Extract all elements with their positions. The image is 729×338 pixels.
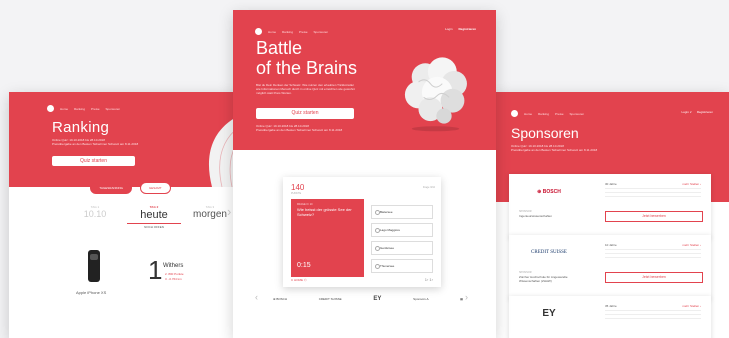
- answer-option[interactable]: Bielersee: [371, 205, 433, 219]
- answer-option[interactable]: Thunersee: [371, 259, 433, 273]
- qr-logo-icon[interactable]: ▦: [460, 297, 463, 301]
- login-link[interactable]: Login: [445, 27, 452, 31]
- nav-preise[interactable]: Preise: [299, 30, 308, 34]
- nav-sponsoren[interactable]: Sponsoren: [314, 30, 329, 34]
- brain-illustration-icon: [404, 57, 467, 132]
- iphone-prize-icon: [88, 250, 100, 282]
- winner-name: Withers: [163, 263, 184, 269]
- quiz-pagination[interactable]: 1› 1›: [425, 277, 433, 282]
- answer-option[interactable]: Lago Maggiore: [371, 223, 433, 237]
- sponsor-logo[interactable]: Sponsors ∆: [413, 297, 428, 301]
- nav-ranking[interactable]: Ranking: [538, 112, 549, 116]
- ranking-toggle: TAGESRANKING GESAMT: [9, 182, 252, 194]
- winner-scores: 2. 800 Punkte 3. -0.764 km: [165, 272, 184, 281]
- credit-suisse-logo: CREDIT SUISSE: [531, 250, 567, 255]
- auth-links: Login Registrieren: [445, 27, 476, 31]
- apply-button[interactable]: Jetzt bewerben: [605, 211, 703, 222]
- question-box: FRAGE 3 / 10 Wie heisst der grösste See …: [291, 199, 364, 277]
- day-current[interactable]: TAG 2 heute NOCH OFFEN: [127, 205, 181, 229]
- apply-button[interactable]: Jetzt bewerben: [605, 272, 703, 283]
- question-counter: Frage 3/10: [422, 186, 435, 189]
- prize-label: Apple iPhone XS: [76, 290, 107, 295]
- answer-option[interactable]: Genfersee: [371, 241, 433, 255]
- credit-suisse-logo[interactable]: CREDIT SUISSE: [319, 297, 342, 301]
- answer-list: Bielersee Lago Maggiore Genfersee Thuner…: [371, 205, 433, 277]
- nav-home[interactable]: Home: [60, 107, 68, 111]
- sponsor-card-credit-suisse: CREDIT SUISSE SPONSOR Zürcher Hochschule…: [509, 235, 711, 299]
- rank-number: 1: [148, 255, 163, 285]
- home-hero: Home Ranking Preise Sponsoren Login Regi…: [233, 10, 496, 150]
- home-nav: Home Ranking Preise Sponsoren: [255, 28, 328, 35]
- sponsor-prev-icon[interactable]: ‹: [255, 292, 258, 302]
- sponsor-next-icon[interactable]: ›: [465, 292, 468, 302]
- question-text: Wie heisst der grösste See der Schweiz?: [297, 207, 352, 217]
- nav-ranking[interactable]: Ranking: [282, 30, 293, 34]
- day-prev[interactable]: TAG 1 10.10: [75, 205, 115, 219]
- ranking-nav: Home Ranking Preise Sponsoren: [47, 105, 120, 112]
- quiz-controls[interactable]: C HOME ⬡: [291, 278, 306, 282]
- day-selector: TAG 1 10.10 TAG 2 heute NOCH OFFEN TAG 3…: [69, 205, 249, 235]
- quiz-dates: Online Quiz: 19.10.2018 bis 28.10.2018 P…: [256, 124, 343, 132]
- nav-home[interactable]: Home: [268, 30, 276, 34]
- nav-sponsoren[interactable]: Sponsoren: [570, 112, 585, 116]
- brain-logo-icon[interactable]: [47, 105, 54, 112]
- bosch-logo[interactable]: ⊕ BOSCH: [273, 297, 287, 301]
- quiz-preview-panel: 140 PUNKTE Frage 3/10 FRAGE 3 / 10 Wie h…: [283, 177, 441, 287]
- quiz-dates: Online Quiz: 19.10.2018 bis 28.10.2018 P…: [511, 144, 598, 152]
- battle-home-card: Home Ranking Preise Sponsoren Login Regi…: [233, 10, 496, 338]
- nav-preise[interactable]: Preise: [91, 107, 100, 111]
- more-jobs-link[interactable]: mehr Stellen ›: [682, 243, 701, 247]
- points-value: 140: [291, 183, 305, 192]
- sponsoren-nav: Home Ranking Preise Sponsoren: [511, 110, 584, 117]
- hero-title: Battle of the Brains: [256, 38, 358, 78]
- tab-gesamt[interactable]: GESAMT: [139, 182, 171, 194]
- more-jobs-link[interactable]: mehr Stellen ›: [682, 304, 701, 308]
- ey-logo[interactable]: EY: [373, 296, 381, 302]
- sponsor-description: [605, 310, 701, 322]
- ranking-hero: Home Ranking Preise Sponsoren Ranking On…: [9, 92, 252, 188]
- timer: 0:15: [297, 262, 311, 269]
- login-link[interactable]: Login ∨: [681, 110, 691, 114]
- active-day-underline: [127, 223, 181, 224]
- register-link[interactable]: Registrieren: [458, 27, 476, 31]
- nav-sponsoren[interactable]: Sponsoren: [106, 107, 121, 111]
- brain-logo-icon[interactable]: [511, 110, 518, 117]
- ranking-page-card: Home Ranking Preise Sponsoren Ranking On…: [9, 92, 252, 338]
- next-day-arrow-icon[interactable]: ›: [227, 204, 231, 219]
- sponsor-card-bosch: ⊕ BOSCH SPONSOR Ingenieurwissenschaften …: [509, 174, 711, 238]
- tab-tagesranking[interactable]: TAGESRANKING: [90, 182, 132, 194]
- ey-logo: EY: [542, 308, 556, 319]
- quiz-start-button[interactable]: Quiz starten: [52, 156, 135, 166]
- brain-logo-icon[interactable]: [255, 28, 262, 35]
- nav-home[interactable]: Home: [524, 112, 532, 116]
- hero-description: Bist du Dein Denken der Schweiz. Wie nut…: [256, 83, 355, 95]
- page-title: Ranking: [52, 119, 110, 136]
- register-link[interactable]: Registrieren: [697, 110, 713, 114]
- bosch-logo: ⊕ BOSCH: [537, 189, 561, 195]
- quiz-start-button[interactable]: Quiz starten: [256, 108, 354, 119]
- nav-preise[interactable]: Preise: [555, 112, 564, 116]
- auth-links: Login ∨ Registrieren: [681, 110, 713, 114]
- sponsor-description: [605, 249, 701, 261]
- nav-ranking[interactable]: Ranking: [74, 107, 85, 111]
- sponsor-description: [605, 188, 701, 200]
- sponsoren-page-card: Home Ranking Preise Sponsoren Login ∨ Re…: [491, 92, 729, 338]
- page-title: Sponsoren: [511, 125, 579, 141]
- sponsor-card-ey: EY 35 Jahre mehr Stellen ›: [509, 296, 711, 338]
- quiz-dates: Online Quiz: 19.10.2018 bis 28.10.2018 P…: [52, 138, 139, 146]
- sponsor-strip: ⊕ BOSCH CREDIT SUISSE EY Sponsors ∆ ▦: [273, 296, 463, 302]
- more-jobs-link[interactable]: mehr Stellen ›: [682, 182, 701, 186]
